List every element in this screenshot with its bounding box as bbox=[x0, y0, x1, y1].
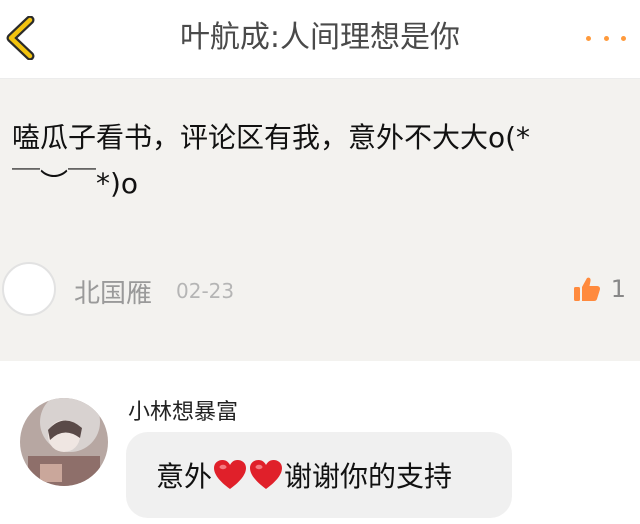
comment-date: 02-23 bbox=[176, 279, 235, 303]
comment-text: 嗑瓜子看书，评论区有我，意外不大大o(* ￣︶￣*)o bbox=[12, 121, 531, 200]
reply-author-name[interactable]: 小林想暴富 bbox=[128, 394, 238, 426]
more-button[interactable] bbox=[586, 22, 626, 54]
comment-author-name[interactable]: 北国雁 bbox=[74, 273, 152, 310]
like-button[interactable]: 1 bbox=[573, 273, 626, 305]
thumbs-up-icon bbox=[573, 277, 600, 301]
avatar[interactable] bbox=[2, 262, 56, 316]
more-dots-icon bbox=[586, 35, 591, 41]
reply-bubble: 意外 谢谢你的支持 bbox=[126, 432, 512, 518]
reply-text-after: 谢谢你的支持 bbox=[284, 460, 453, 493]
back-button[interactable] bbox=[0, 14, 40, 62]
top-nav-bar: 叶航成:人间理想是你 bbox=[0, 0, 640, 79]
like-count: 1 bbox=[610, 275, 626, 303]
reply-item: 小林想暴富 意外 谢谢你的支持 bbox=[0, 362, 640, 524]
red-heart-icon bbox=[214, 460, 247, 489]
red-heart-icon bbox=[250, 460, 283, 489]
comment-author-row: 北国雁 02-23 1 bbox=[0, 259, 640, 321]
chevron-left-icon bbox=[6, 16, 35, 60]
avatar-photo bbox=[20, 398, 108, 486]
page-title: 叶航成:人间理想是你 bbox=[179, 20, 461, 55]
avatar[interactable] bbox=[20, 398, 108, 486]
reply-text-before: 意外 bbox=[156, 460, 213, 493]
quoted-comment: 嗑瓜子看书，评论区有我，意外不大大o(* ￣︶￣*)o 北国雁 02-23 1 bbox=[0, 79, 640, 361]
